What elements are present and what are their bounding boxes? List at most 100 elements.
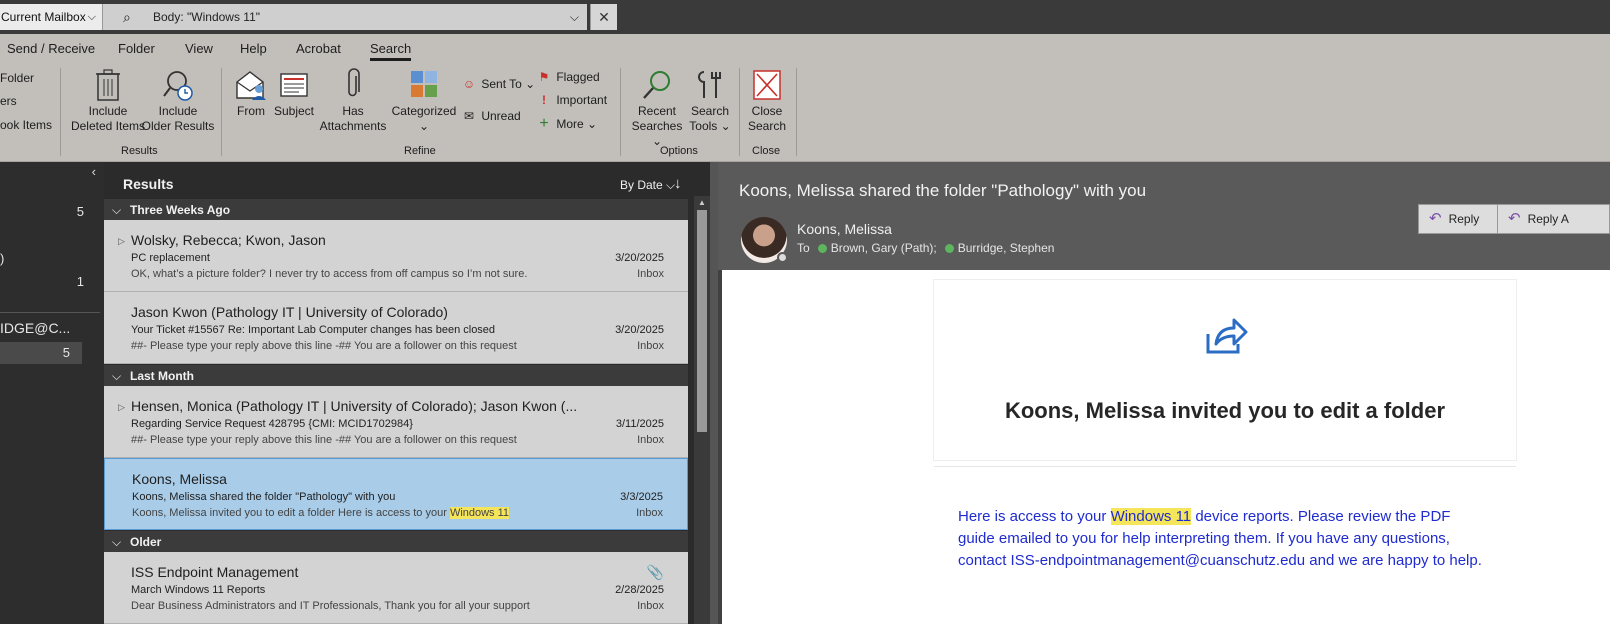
results-title: Results [123, 176, 174, 192]
recent-searches-button[interactable]: Recent Searches ⌄ [626, 68, 688, 149]
refine-from-label: From [237, 104, 265, 118]
scope-current-folder-button[interactable]: Folder [0, 70, 34, 86]
reading-pane: Koons, Melissa shared the folder "Pathol… [718, 162, 1610, 624]
tab-view[interactable]: View [185, 41, 213, 56]
refine-flagged-label: Flagged [556, 70, 600, 84]
message-folder: Inbox [637, 434, 664, 446]
chevron-down-icon: ⌄ [587, 117, 598, 131]
avatar[interactable] [741, 217, 788, 263]
refine-more-button[interactable]: + More ⌄ [535, 116, 597, 132]
message-row[interactable]: Jason Kwon (Pathology IT | University of… [104, 292, 688, 364]
reply-all-button[interactable]: ↶ Reply A [1497, 204, 1610, 234]
message-date: 3/20/2025 [615, 324, 664, 336]
ribbon-tabs: Send / Receive Folder View Help Acrobat … [0, 34, 1610, 64]
message-subject: Your Ticket #15567 Re: Important Lab Com… [131, 324, 496, 336]
refine-sent-to-button[interactable]: ☺ Sent To ⌄ [460, 76, 535, 92]
message-folder: Inbox [637, 268, 664, 280]
tab-search[interactable]: Search [370, 41, 412, 61]
refine-subject-button[interactable]: Subject [272, 68, 316, 119]
refine-categorized-button[interactable]: Categorized ⌄ [390, 68, 458, 134]
message-row[interactable]: ▷ Wolsky, Rebecca; Kwon, Jason PC replac… [104, 220, 688, 292]
close-search-label-2: Search [747, 119, 787, 133]
expand-conversation-icon[interactable]: ▷ [118, 236, 125, 247]
search-tools-label-1: Search [690, 104, 730, 118]
include-deleted-items-button[interactable]: Include Deleted Items [68, 68, 148, 134]
chevron-down-icon: ⌵ [112, 535, 122, 549]
folder-item[interactable]: 5 [0, 201, 98, 223]
reply-all-icon: ↶ [1508, 210, 1521, 227]
divider [0, 312, 100, 313]
search-clock-icon [163, 71, 193, 101]
recent-searches-label-1: Recent [637, 104, 677, 118]
message-list-scrollbar[interactable]: ▲ [694, 196, 710, 624]
message-body-text: Here is access to your Windows 11 device… [958, 506, 1488, 572]
chevron-down-icon: ⌵ [112, 369, 122, 383]
pane-splitter[interactable] [710, 162, 718, 624]
search-icon [643, 71, 670, 99]
search-icon: ⌕ [123, 9, 131, 25]
scrollbar-thumb[interactable] [697, 210, 707, 432]
close-search-button[interactable]: Close Search [744, 68, 790, 134]
account-label: IDGE@C... [0, 320, 71, 336]
refine-important-button[interactable]: ! Important [535, 92, 607, 108]
recipients-line: To Brown, Gary (Path); Burridge, Stephen [797, 241, 1054, 255]
scope-all-outlook-items-button[interactable]: ook Items [0, 117, 52, 133]
trash-icon [96, 69, 120, 101]
group-header[interactable]: ⌵ Last Month [104, 364, 688, 386]
tab-help[interactable]: Help [240, 41, 267, 56]
include-older-results-button[interactable]: Include Older Results [140, 68, 216, 134]
sort-by-date-dropdown[interactable]: By Date ⌵ [620, 178, 675, 193]
scope-subfolders-button[interactable]: ers [0, 93, 17, 109]
search-tools-button[interactable]: Search Tools ⌄ [686, 68, 734, 134]
search-query-text: Body: "Windows 11" [153, 10, 261, 24]
folder-item[interactable]: 1 [0, 271, 98, 293]
message-row[interactable]: 📎 ISS Endpoint Management March Windows … [104, 552, 688, 624]
refine-from-button[interactable]: From [231, 68, 271, 119]
search-input[interactable]: ⌕ Body: "Windows 11" ⌵ [103, 4, 587, 30]
sort-direction-icon[interactable]: ↓ [674, 175, 682, 192]
search-scope-dropdown[interactable]: Current Mailbox ⌵ [0, 4, 103, 30]
paperclip-icon: 📎 [646, 564, 664, 580]
group-header[interactable]: ⌵ Older [104, 530, 688, 552]
folder-item-selected[interactable]: 5 [0, 342, 82, 364]
has-attachments-label-1: Has [342, 104, 364, 118]
tab-acrobat[interactable]: Acrobat [296, 41, 341, 56]
collapse-pane-icon[interactable]: ‹ [92, 164, 96, 179]
tab-folder[interactable]: Folder [118, 41, 155, 56]
share-arrow-icon [1206, 318, 1248, 354]
preview-text: Koons, Melissa invited you to edit a fol… [132, 507, 450, 519]
recipient[interactable]: Brown, Gary (Path); [831, 241, 937, 255]
group-header[interactable]: ⌵ Three Weeks Ago [104, 198, 688, 220]
tab-send-receive[interactable]: Send / Receive [7, 41, 95, 56]
account-item[interactable]: IDGE@C... [0, 317, 98, 339]
message-preview: OK, what’s a picture folder? I never try… [131, 268, 528, 280]
folder-item[interactable]: ) [0, 248, 98, 270]
group-label-options: Options [660, 145, 698, 157]
reply-button[interactable]: ↶ Reply [1418, 204, 1498, 234]
paperclip-icon [348, 68, 360, 97]
search-options-chevron-icon[interactable]: ⌵ [570, 4, 579, 30]
search-scope-label: Current Mailbox [1, 10, 86, 24]
message-list-pane: Results By Date ⌵ ↓ ⌵ Three Weeks Ago ▷ W… [104, 162, 718, 624]
scroll-up-icon[interactable]: ▲ [694, 196, 710, 210]
refine-flagged-button[interactable]: ⚑ Flagged [535, 69, 600, 85]
message-sender: Wolsky, Rebecca; Kwon, Jason [131, 232, 326, 248]
message-row-selected[interactable]: Koons, Melissa Koons, Melissa shared the… [104, 458, 688, 530]
refine-categorized-label: Categorized [391, 104, 457, 118]
message-row[interactable]: ▷ Hensen, Monica (Pathology IT | Univers… [104, 386, 688, 458]
expand-conversation-icon[interactable]: ▷ [118, 402, 125, 413]
message-sender: ISS Endpoint Management [131, 564, 299, 580]
message-preview: ##- Please type your reply above this li… [131, 434, 517, 446]
message-date: 3/3/2025 [620, 491, 663, 503]
include-deleted-label-1: Include [88, 104, 128, 118]
sender-name[interactable]: Koons, Melissa [797, 221, 892, 237]
refine-more-label: More [556, 117, 584, 131]
refine-sent-to-label: Sent To [481, 77, 522, 91]
category-squares-icon [411, 71, 437, 97]
refine-unread-button[interactable]: ✉ Unread [460, 108, 521, 124]
refine-has-attachments-button[interactable]: Has Attachments [318, 68, 388, 134]
search-ribbon: Folder ers ook Items Include Deleted Ite… [0, 64, 1610, 162]
recipient[interactable]: Burridge, Stephen [958, 241, 1055, 255]
message-folder: Inbox [636, 507, 663, 519]
clear-search-button[interactable]: ✕ [590, 4, 617, 30]
